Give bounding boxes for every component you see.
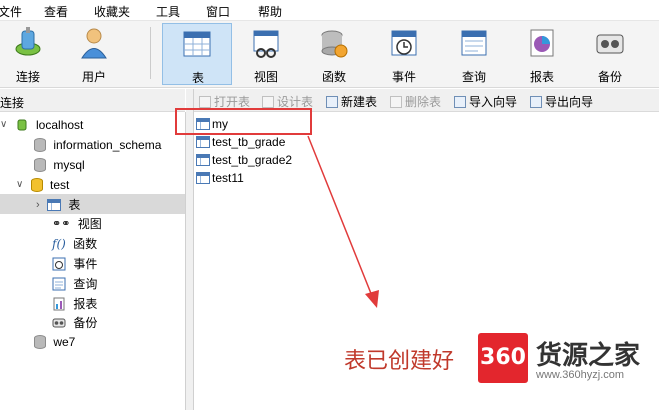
watermark-brand: 货源之家 xyxy=(536,341,641,371)
watermark: 360 货源之家 www.360hyzj.com xyxy=(478,333,659,387)
annotation-text: 表已创建好 xyxy=(344,349,455,374)
watermark-logo: 360 xyxy=(478,333,528,383)
watermark-url: www.360hyzj.com xyxy=(536,369,625,381)
